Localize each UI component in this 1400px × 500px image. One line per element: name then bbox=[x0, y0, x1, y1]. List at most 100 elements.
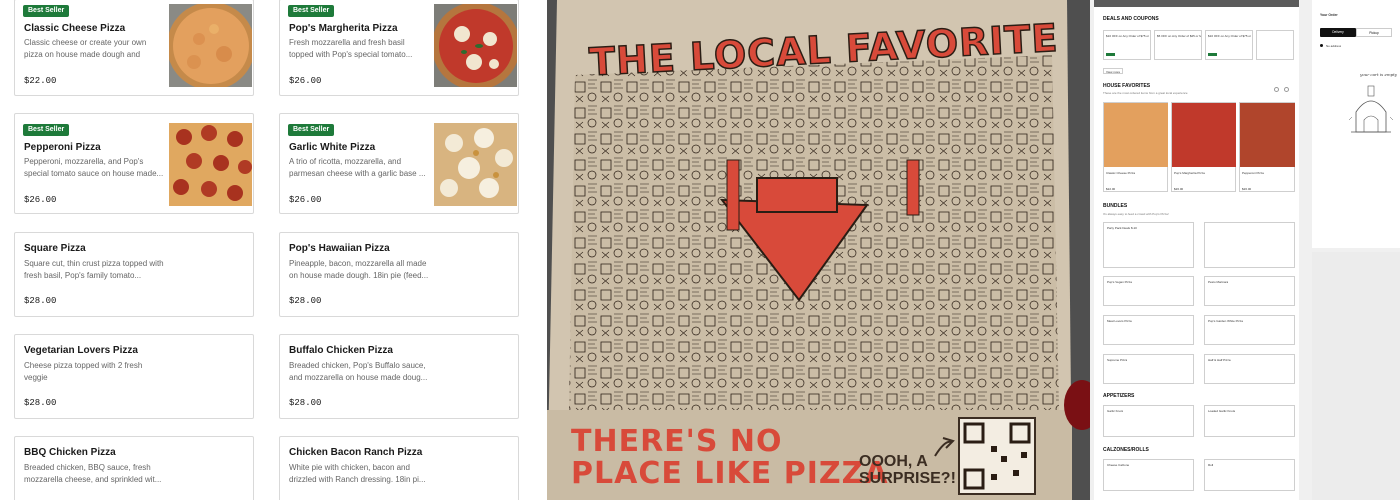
best-seller-badge: Best Seller bbox=[23, 124, 70, 136]
deal-card-2[interactable]: $5 OFF on Any Order of $25 or More bbox=[1154, 30, 1202, 60]
menu-card-square[interactable]: Square Pizza Square cut, thin crust pizz… bbox=[14, 232, 254, 317]
item-description: Pepperoni, mozzarella, and Pop's special… bbox=[24, 157, 164, 178]
favorite-price: $22.00 bbox=[1106, 187, 1116, 191]
item-name: Pop's Margherita Pizza bbox=[289, 23, 398, 34]
item-price: $28.00 bbox=[24, 398, 57, 408]
deal-card-1[interactable]: $10 OFF on Any Order of $75 or More bbox=[1103, 30, 1151, 60]
best-seller-badge: Best Seller bbox=[288, 5, 335, 17]
bundle-name: Half & Half Pizza bbox=[1208, 358, 1231, 362]
appetizer-name: Garlic Knots bbox=[1107, 409, 1124, 413]
order-sidebar: Your Order Delivery Pickup No address yo… bbox=[1312, 0, 1400, 248]
sidebar-empty-area bbox=[1312, 252, 1400, 500]
view-more-button[interactable]: View more bbox=[1103, 68, 1123, 74]
menu-card-margherita[interactable]: Best Seller Pop's Margherita Pizza Fresh… bbox=[279, 0, 519, 96]
item-name: Chicken Bacon Ranch Pizza bbox=[289, 447, 423, 458]
margherita-pizza-photo bbox=[434, 4, 517, 87]
cheese-pizza-photo bbox=[169, 4, 252, 87]
menu-card-chicken-bacon-ranch[interactable]: Chicken Bacon Ranch Pizza White pie with… bbox=[279, 436, 519, 500]
bundle-card-6[interactable]: Supreme Pizza bbox=[1103, 354, 1194, 384]
bundles-title: BUNDLES bbox=[1103, 203, 1128, 209]
bundle-card-1[interactable]: Party Pack Deals 8-10 bbox=[1103, 222, 1194, 268]
bundle-card-7[interactable]: Half & Half Pizza bbox=[1204, 354, 1295, 384]
favorite-card-2[interactable]: Pop's Margherita Pizza $26.00 bbox=[1171, 102, 1236, 192]
carousel-next-button[interactable] bbox=[1284, 87, 1289, 92]
deal-text: $5 OFF on Any Order of $25 or More bbox=[1157, 34, 1201, 38]
bundle-card-4[interactable]: Meat Lovers Pizza bbox=[1103, 315, 1194, 345]
item-price: $28.00 bbox=[289, 296, 322, 306]
item-description: Square cut, thin crust pizza topped with… bbox=[24, 259, 164, 280]
favorite-price: $26.00 bbox=[1174, 187, 1184, 191]
item-description: Breaded chicken, Pop's Buffalo sauce, an… bbox=[289, 361, 428, 382]
calzone-card-1[interactable]: Cheese Calzone bbox=[1103, 459, 1194, 491]
appetizer-card-2[interactable]: Loaded Garlic Knots bbox=[1204, 405, 1295, 437]
menu-panel: Best Seller Classic Cheese Pizza Classic… bbox=[0, 0, 547, 500]
item-description: Cheese pizza topped with 2 fresh veggie bbox=[24, 361, 143, 382]
item-name: Garlic White Pizza bbox=[289, 142, 376, 153]
garlic-white-pizza-photo bbox=[434, 123, 517, 206]
box-headline-line-1: THERE'S NO bbox=[571, 424, 783, 459]
bundle-card-2[interactable]: Pop's Vegan Pizza bbox=[1103, 276, 1194, 306]
delivery-tab[interactable]: Delivery bbox=[1320, 28, 1356, 37]
deal-card-3[interactable]: $10 OFF on Any Order of $75 or More bbox=[1205, 30, 1253, 60]
menu-card-hawaiian[interactable]: Pop's Hawaiian Pizza Pineapple, bacon, m… bbox=[279, 232, 519, 317]
menu-card-pepperoni[interactable]: Best Seller Pepperoni Pizza Pepperoni, m… bbox=[14, 113, 254, 214]
site-main-column: DEALS AND COUPONS $10 OFF on Any Order o… bbox=[1094, 0, 1299, 500]
pickup-tab[interactable]: Pickup bbox=[1356, 28, 1392, 37]
menu-card-classic-cheese[interactable]: Best Seller Classic Cheese Pizza Classic… bbox=[14, 0, 254, 96]
pizza-oven-icon bbox=[1348, 85, 1394, 133]
favorite-photo bbox=[1172, 103, 1236, 167]
bundle-name: Meat Lovers Pizza bbox=[1107, 319, 1132, 323]
no-address-text[interactable]: No address bbox=[1326, 44, 1341, 48]
calzones-title: CALZONES/ROLLS bbox=[1103, 447, 1149, 453]
menu-card-garlic-white[interactable]: Best Seller Garlic White Pizza A trio of… bbox=[279, 113, 519, 214]
item-name: Buffalo Chicken Pizza bbox=[289, 345, 393, 356]
bundle-card-3[interactable]: Pesto Marinara bbox=[1204, 276, 1295, 306]
appetizers-title: APPETIZERS bbox=[1103, 393, 1135, 399]
view-more-label: View more bbox=[1106, 70, 1121, 74]
website-screenshot: DEALS AND COUPONS $10 OFF on Any Order o… bbox=[1090, 0, 1400, 500]
item-price: $28.00 bbox=[289, 398, 322, 408]
item-price: $26.00 bbox=[289, 76, 322, 86]
favorite-photo bbox=[1104, 103, 1168, 167]
bundles-subtitle: It's always easy to feed a crowd with Po… bbox=[1103, 212, 1169, 216]
calzone-card-2[interactable]: Roll bbox=[1204, 459, 1295, 491]
item-name: Square Pizza bbox=[24, 243, 86, 254]
item-name: Pop's Hawaiian Pizza bbox=[289, 243, 390, 254]
menu-card-vegetarian-lovers[interactable]: Vegetarian Lovers Pizza Cheese pizza top… bbox=[14, 334, 254, 419]
item-description: Pineapple, bacon, mozzarella all made on… bbox=[289, 259, 429, 280]
favorite-card-1[interactable]: Classic Cheese Pizza $22.00 bbox=[1103, 102, 1168, 192]
carousel-prev-button[interactable] bbox=[1274, 87, 1279, 92]
bundle-name: Pop's Vegan Pizza bbox=[1107, 280, 1132, 284]
bundle-name: Pesto Marinara bbox=[1208, 280, 1229, 284]
item-name: Pepperoni Pizza bbox=[24, 142, 101, 153]
item-photo bbox=[169, 123, 252, 206]
appetizer-name: Loaded Garlic Knots bbox=[1208, 409, 1236, 413]
item-description: Classic cheese or create your own pizza … bbox=[24, 38, 147, 59]
item-name: Classic Cheese Pizza bbox=[24, 23, 126, 34]
item-price: $28.00 bbox=[24, 296, 57, 306]
bundle-name: Pop's Garden White Pizza bbox=[1208, 319, 1243, 323]
calzone-name: Roll bbox=[1208, 463, 1214, 467]
menu-card-buffalo-chicken[interactable]: Buffalo Chicken Pizza Breaded chicken, P… bbox=[279, 334, 519, 419]
favorite-name: Classic Cheese Pizza bbox=[1106, 171, 1136, 175]
item-description: Fresh mozzarella and fresh basil topped … bbox=[289, 38, 413, 59]
deal-card-4[interactable] bbox=[1256, 30, 1294, 60]
location-pin-icon bbox=[1320, 44, 1323, 47]
item-price: $26.00 bbox=[289, 195, 322, 205]
deal-tag bbox=[1106, 53, 1115, 56]
pizza-box-photo: THE LOCAL FAVORITE THERE'S NO PLACE LIKE… bbox=[547, 0, 1090, 500]
order-title: Your Order bbox=[1320, 13, 1338, 17]
item-description: Breaded chicken, BBQ sauce, fresh mozzar… bbox=[24, 463, 162, 484]
bundle-card-empty[interactable] bbox=[1204, 222, 1295, 268]
bundle-card-5[interactable]: Pop's Garden White Pizza bbox=[1204, 315, 1295, 345]
deal-tag bbox=[1208, 53, 1217, 56]
favorite-price: $26.00 bbox=[1242, 187, 1252, 191]
best-seller-badge: Best Seller bbox=[288, 124, 335, 136]
item-description: White pie with chicken, bacon and drizzl… bbox=[289, 463, 426, 484]
menu-card-bbq-chicken[interactable]: BBQ Chicken Pizza Breaded chicken, BBQ s… bbox=[14, 436, 254, 500]
bundle-name: Supreme Pizza bbox=[1107, 358, 1128, 362]
favorite-card-3[interactable]: Pepperoni Pizza $26.00 bbox=[1239, 102, 1295, 192]
deal-text: $10 OFF on Any Order of $75 or More bbox=[1208, 34, 1252, 38]
appetizer-card-1[interactable]: Garlic Knots bbox=[1103, 405, 1194, 437]
item-name: Vegetarian Lovers Pizza bbox=[24, 345, 138, 356]
